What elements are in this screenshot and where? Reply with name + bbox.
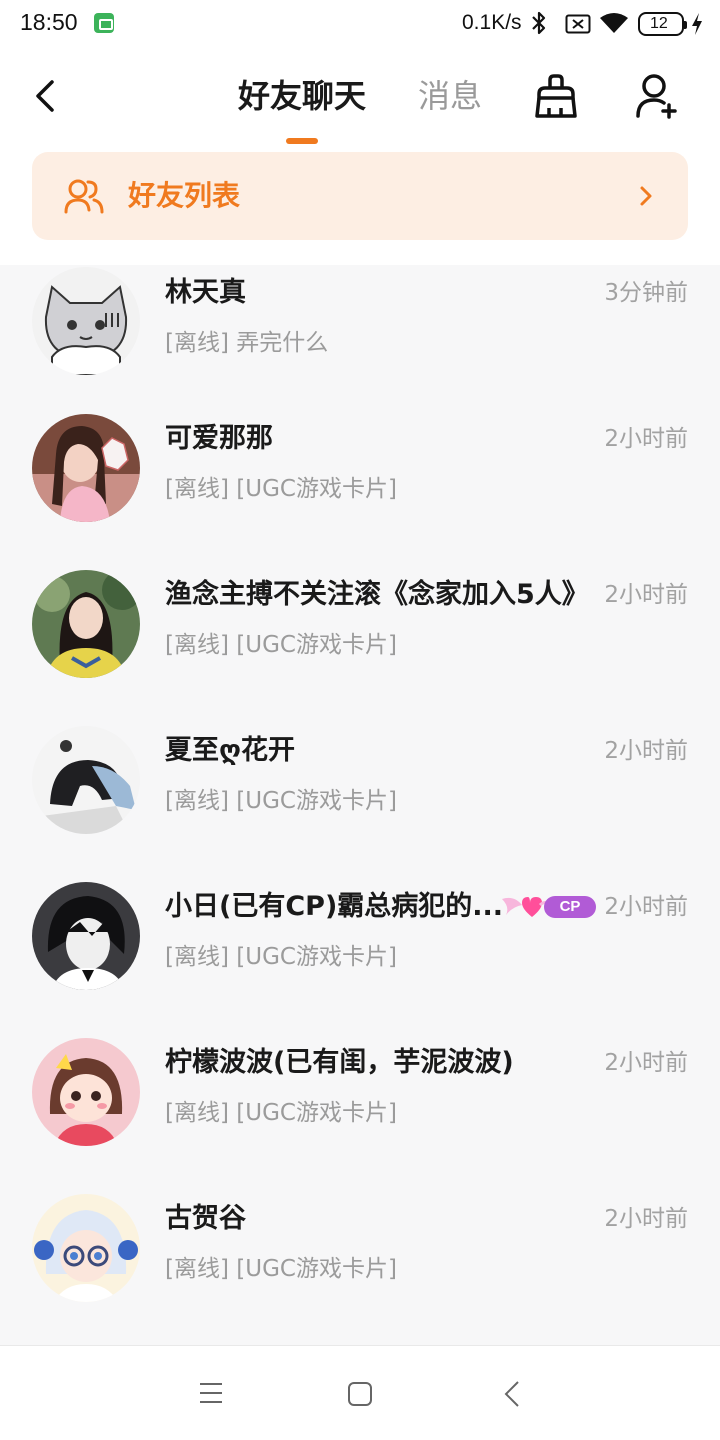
chat-name: 林天真 <box>165 277 246 308</box>
chat-preview: [离线] [UGC游戏卡片] <box>165 1256 397 1282</box>
girl-outdoor-avatar[interactable] <box>32 570 140 678</box>
chat-item[interactable]: 柠檬波波(已有闺，芋泥波波) [离线] [UGC游戏卡片] 2小时前 <box>0 1023 720 1179</box>
chat-time: 2小时前 <box>604 894 688 920</box>
chat-name: 小日(已有CP)霸总病犯的... <box>165 891 504 922</box>
chat-name: 夏至ღ花开 <box>165 735 295 766</box>
active-tab-indicator <box>286 138 318 144</box>
home-icon[interactable] <box>347 1381 373 1407</box>
chevron-right-icon <box>640 186 652 206</box>
chat-item[interactable]: 可爱那那 [离线] [UGC游戏卡片] 2小时前 <box>0 399 720 555</box>
chat-preview: [离线] [UGC游戏卡片] <box>165 632 397 658</box>
friends-icon <box>64 179 104 214</box>
chat-preview: [离线] 弄完什么 <box>165 330 329 356</box>
add-friend-icon[interactable] <box>634 72 680 120</box>
chat-preview: [离线] [UGC游戏卡片] <box>165 476 397 502</box>
no-sim-icon <box>565 14 591 34</box>
back-icon[interactable] <box>502 1379 522 1409</box>
anime-boy-avatar[interactable] <box>32 882 140 990</box>
friends-list-banner[interactable]: 好友列表 <box>32 152 688 240</box>
anime-glasses-avatar[interactable] <box>32 1194 140 1302</box>
chat-preview: [离线] [UGC游戏卡片] <box>165 944 397 970</box>
header: 好友聊天 消息 好友列表 <box>0 50 720 265</box>
chat-time: 2小时前 <box>604 426 688 452</box>
chat-name: 古贺谷 <box>165 1203 246 1234</box>
charging-icon <box>692 13 702 35</box>
cat-avatar[interactable] <box>32 267 140 375</box>
chat-item[interactable]: 渔念主搏不关注滚《念家加入5人》 [离线] [UGC游戏卡片] 2小时前 <box>0 555 720 711</box>
girl-pink-avatar[interactable] <box>32 414 140 522</box>
friends-list-label: 好友列表 <box>128 179 241 212</box>
chat-name: 柠檬波波(已有闺，芋泥波波) <box>165 1047 514 1078</box>
wifi-icon <box>600 13 628 33</box>
chat-item[interactable]: 林天真 [离线] 弄完什么 3分钟前 <box>0 265 720 399</box>
chat-time: 3分钟前 <box>604 280 688 306</box>
chat-list[interactable]: 林天真 [离线] 弄完什么 3分钟前 可爱那那 [离线] [UGC游戏卡片] 2… <box>0 265 720 1345</box>
broom-icon[interactable] <box>533 72 579 120</box>
chat-item[interactable]: 夏至ღ花开 [离线] [UGC游戏卡片] 2小时前 <box>0 711 720 867</box>
chat-time: 2小时前 <box>604 1206 688 1232</box>
chat-name: 可爱那那 <box>165 423 273 454</box>
system-nav-bar <box>0 1345 720 1440</box>
status-time: 18:50 <box>20 9 78 35</box>
chat-preview: [离线] [UGC游戏卡片] <box>165 1100 397 1126</box>
cp-badge: CP <box>500 893 596 921</box>
chat-time: 2小时前 <box>604 1050 688 1076</box>
bluetooth-icon <box>532 11 546 35</box>
status-bar: 18:50 0.1K/s 12 <box>0 0 720 50</box>
chibi-girl-avatar[interactable] <box>32 1038 140 1146</box>
tab-messages[interactable]: 消息 <box>418 76 482 116</box>
cp-badge-label: CP <box>544 896 596 918</box>
chat-name: 渔念主搏不关注滚《念家加入5人》 <box>165 579 589 610</box>
anime-sketch-avatar[interactable] <box>32 726 140 834</box>
battery-icon: 12 <box>638 12 687 36</box>
back-arrow-icon[interactable] <box>26 76 66 116</box>
chat-item[interactable]: 古贺谷 [离线] [UGC游戏卡片] 2小时前 <box>0 1179 720 1335</box>
chat-time: 2小时前 <box>604 582 688 608</box>
chat-item[interactable]: 小日(已有CP)霸总病犯的... CP [离线] [UGC游戏卡片] 2小时前 <box>0 867 720 1023</box>
chat-time: 2小时前 <box>604 738 688 764</box>
tab-friend-chat[interactable]: 好友聊天 <box>238 76 366 116</box>
network-speed: 0.1K/s <box>462 11 522 34</box>
chat-preview: [离线] [UGC游戏卡片] <box>165 788 397 814</box>
app-notification-icon <box>94 13 114 33</box>
menu-icon[interactable] <box>198 1381 224 1405</box>
